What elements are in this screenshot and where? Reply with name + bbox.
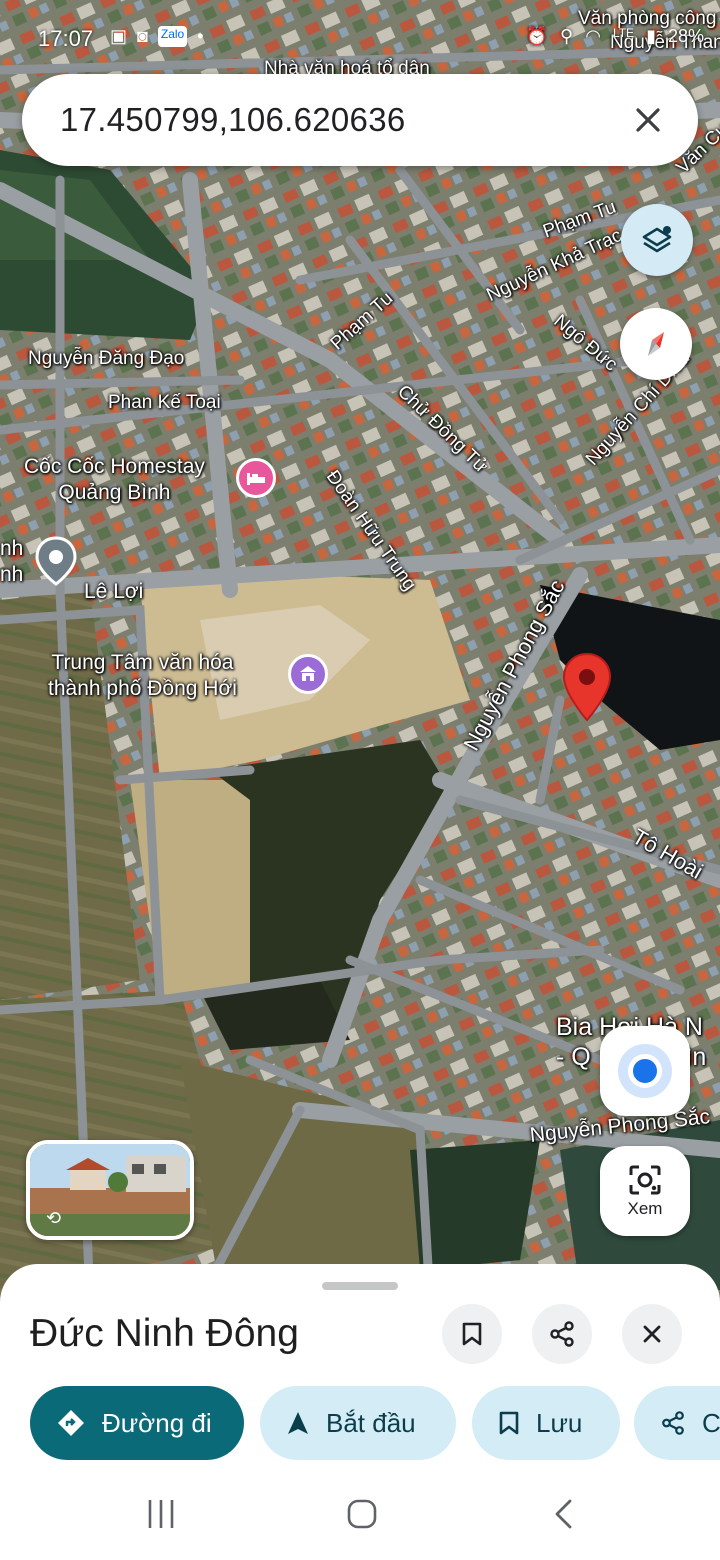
my-location-icon (628, 1054, 662, 1088)
network-type: LTE (612, 26, 635, 40)
status-bar: 17:07 ▣ ◙ Zalo • ⏰ ⚲ ◠ LTE ▮ 28% (0, 0, 720, 70)
start-label: Bắt đầu (326, 1407, 416, 1438)
bookmark-icon (498, 1410, 520, 1436)
start-button[interactable]: Bắt đầu (260, 1386, 456, 1460)
alarm-icon: ⏰ (525, 26, 549, 46)
lens-button[interactable]: Xem (600, 1146, 690, 1236)
status-time: 17:07 (38, 26, 94, 51)
home-icon[interactable] (346, 1498, 378, 1535)
back-icon[interactable] (552, 1498, 574, 1535)
homestay-name: Cốc Cốc Homestay (24, 455, 205, 478)
image-icon: ▣ (110, 26, 128, 46)
street-label: Phan Kế Toại (108, 392, 221, 413)
landmark-icon[interactable] (288, 654, 328, 694)
close-icon[interactable] (624, 96, 672, 144)
share-label: C (702, 1407, 720, 1438)
share-icon (550, 1321, 574, 1347)
street-label: Nguyễn Đăng Đạo (28, 348, 185, 369)
drag-handle[interactable] (322, 1282, 398, 1290)
bookmark-icon (462, 1322, 482, 1346)
left-poi-label[interactable]: nh nh (0, 536, 23, 588)
left-poi-line2: nh (0, 563, 24, 586)
close-sheet-button[interactable] (622, 1304, 682, 1364)
photo-icon: ◙ (137, 26, 148, 46)
lens-label: Xem (627, 1199, 663, 1218)
culture-center-city: thành phố Đồng Hới (48, 677, 237, 700)
signal-icon: ▮ (646, 26, 656, 46)
lens-icon (629, 1165, 661, 1195)
share-icon (660, 1410, 686, 1436)
zalo-icon: Zalo (157, 26, 188, 47)
culture-center-label[interactable]: Trung Tâm văn hóa thành phố Đồng Hới (48, 650, 237, 702)
compass-button[interactable] (620, 308, 692, 380)
system-icons: ⏰ ⚲ ◠ LTE ▮ 28% (526, 26, 704, 47)
culture-center-name: Trung Tâm văn hóa (51, 651, 234, 674)
share-button[interactable]: C (634, 1386, 720, 1460)
action-chip-row[interactable]: Đường đi Bắt đầu Lưu C (30, 1386, 720, 1460)
save-icon-button[interactable] (442, 1304, 502, 1364)
layers-button[interactable] (621, 204, 693, 276)
navigation-arrow-icon (286, 1410, 310, 1436)
compass-icon (648, 332, 664, 356)
system-nav-bar (0, 1470, 720, 1560)
directions-label: Đường đi (102, 1407, 212, 1438)
search-query[interactable]: 17.450799,106.620636 (60, 101, 406, 139)
dot-icon: • (197, 26, 204, 46)
place-title: Đức Ninh Đông (30, 1312, 299, 1355)
street-view-thumbnail[interactable]: ⟲ (26, 1140, 194, 1240)
location-icon: ⚲ (560, 26, 574, 46)
layers-icon (642, 226, 672, 253)
my-location-button[interactable] (600, 1026, 690, 1116)
notification-icons: ▣ ◙ Zalo • (110, 26, 204, 47)
place-icon[interactable] (34, 536, 78, 586)
search-bar[interactable]: 17.450799,106.620636 (22, 74, 698, 166)
save-label: Lưu (536, 1407, 583, 1438)
left-poi-line1: nh (0, 537, 24, 560)
bia-hoi-line2: - Q (556, 1043, 591, 1071)
recents-icon[interactable] (146, 1498, 176, 1535)
selected-location-pin[interactable] (562, 652, 612, 722)
homestay-city: Quảng Bình (58, 481, 171, 504)
wifi-icon: ◠ (585, 26, 601, 46)
battery-level: 28% (667, 26, 704, 46)
street-label: Lê Lợi (84, 580, 144, 603)
directions-icon (56, 1408, 86, 1438)
share-icon-button[interactable] (532, 1304, 592, 1364)
close-icon (643, 1325, 661, 1343)
rotate-360-icon: ⟲ (46, 1208, 62, 1228)
homestay-label[interactable]: Cốc Cốc Homestay Quảng Bình (24, 454, 205, 506)
bed-icon[interactable] (236, 458, 276, 498)
save-button[interactable]: Lưu (472, 1386, 620, 1460)
directions-button[interactable]: Đường đi (30, 1386, 244, 1460)
